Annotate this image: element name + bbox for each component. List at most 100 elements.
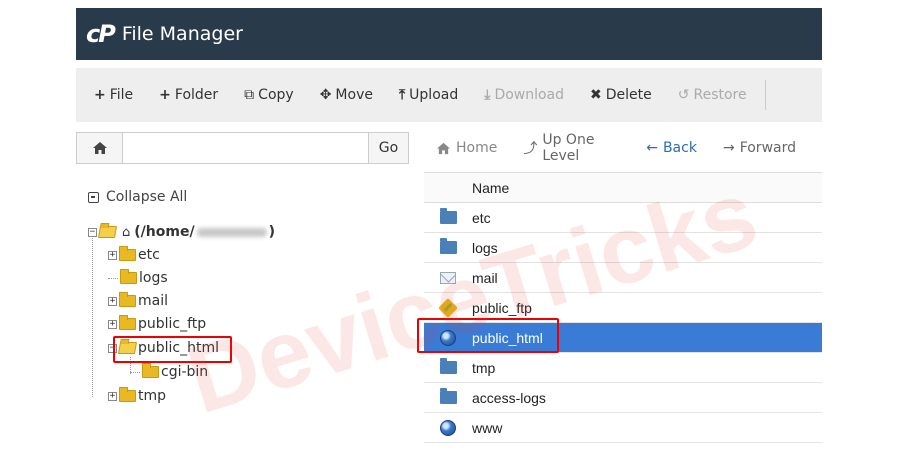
restore-icon: ↺	[677, 87, 690, 103]
folder-icon	[439, 388, 457, 404]
move-label: Move	[335, 87, 373, 103]
tree-connector	[108, 277, 118, 279]
column-header-name[interactable]: Name	[424, 173, 822, 203]
new-folder-label: Folder	[174, 87, 219, 103]
tree-item-tmp[interactable]: + tmp	[108, 386, 166, 406]
tree-item-public-ftp[interactable]: + public_ftp	[108, 314, 206, 334]
tree-item-label: etc	[138, 247, 160, 263]
restore-label: Restore	[693, 87, 747, 103]
tree-item-cgi-bin[interactable]: cgi-bin	[130, 362, 208, 382]
delete-label: Delete	[605, 87, 652, 103]
expand-toggle-icon[interactable]: +	[108, 319, 117, 329]
file-name: public_ftp	[472, 299, 532, 316]
file-name: logs	[472, 239, 498, 256]
home-icon	[92, 142, 107, 154]
redacted-username	[196, 227, 267, 237]
upload-icon: ⤒	[398, 87, 406, 103]
file-name: access-logs	[472, 389, 546, 406]
expand-toggle-icon[interactable]: +	[108, 250, 117, 260]
file-row[interactable]: logs	[424, 233, 822, 263]
file-row[interactable]: tmp	[424, 353, 822, 383]
tree-connector	[130, 371, 140, 373]
nav-forward-button[interactable]: → Forward	[723, 140, 796, 156]
tree-item-mail[interactable]: + mail	[108, 291, 168, 311]
collapse-all-label: Collapse All	[106, 189, 188, 205]
file-name: tmp	[472, 359, 496, 376]
folder-icon	[119, 292, 136, 307]
new-file-button[interactable]: + File	[94, 87, 133, 103]
file-row[interactable]: mail	[424, 263, 822, 293]
collapse-icon	[88, 191, 99, 203]
tree-item-etc[interactable]: + etc	[108, 245, 160, 265]
folder-icon	[439, 358, 457, 374]
ftp-icon	[438, 297, 458, 318]
move-icon: ✥	[319, 87, 332, 103]
home-icon: ⌂	[122, 224, 131, 240]
nav-up-button[interactable]: ⤴ Up One Level	[523, 132, 620, 164]
tree-root[interactable]: − ⌂ (/home/ )	[88, 222, 275, 242]
expand-toggle-icon[interactable]: +	[108, 391, 117, 401]
globe-icon	[440, 419, 456, 436]
folder-open-icon	[97, 226, 118, 238]
move-button[interactable]: ✥ Move	[320, 87, 373, 103]
plus-icon: +	[159, 87, 171, 103]
toolbar: + File + Folder ⧉ Copy ✥ Move ⤒ Upload ⤓…	[76, 68, 822, 122]
tree-item-logs[interactable]: logs	[108, 268, 168, 288]
collapse-toggle-icon[interactable]: −	[88, 227, 97, 237]
title-bar: cP File Manager	[76, 8, 822, 60]
mail-icon	[440, 271, 456, 284]
file-row[interactable]: etc	[424, 203, 822, 233]
arrow-right-icon: →	[722, 140, 735, 156]
toolbar-divider	[764, 80, 766, 110]
file-row[interactable]: www	[424, 413, 822, 443]
delete-icon: ✖	[590, 87, 602, 103]
new-folder-button[interactable]: + Folder	[159, 87, 218, 103]
download-icon: ⤓	[484, 87, 491, 103]
tree-item-label: public_ftp	[138, 316, 207, 332]
path-input[interactable]	[123, 133, 368, 163]
folder-icon	[119, 315, 136, 330]
upload-label: Upload	[409, 87, 459, 103]
delete-button[interactable]: ✖ Delete	[590, 87, 652, 103]
download-label: Download	[494, 87, 565, 103]
navigation-bar: Home ⤴ Up One Level ← Back → Forward	[424, 132, 822, 164]
nav-back-button[interactable]: ← Back	[646, 140, 697, 156]
file-name: www	[472, 419, 503, 436]
expand-toggle-icon[interactable]: +	[108, 296, 117, 306]
tree-guide-line	[92, 235, 93, 397]
home-button[interactable]	[77, 133, 123, 163]
nav-forward-label: Forward	[739, 140, 796, 156]
restore-button[interactable]: ↺ Restore	[678, 87, 747, 103]
go-button[interactable]: Go	[368, 133, 408, 163]
nav-up-label: Up One Level	[542, 132, 595, 164]
folder-icon	[120, 269, 137, 284]
home-icon	[437, 142, 450, 154]
tree-item-label: mail	[138, 293, 168, 309]
nav-back-label: Back	[662, 140, 697, 156]
copy-button[interactable]: ⧉ Copy	[244, 87, 294, 103]
file-row[interactable]: access-logs	[424, 383, 822, 413]
folder-icon	[142, 363, 159, 378]
arrow-left-icon: ←	[646, 140, 658, 156]
cpanel-logo: cP	[86, 20, 116, 48]
nav-home-button[interactable]: Home	[436, 140, 497, 156]
folder-icon	[119, 387, 136, 402]
plus-icon: +	[94, 87, 106, 103]
folder-icon	[119, 246, 136, 261]
folder-icon	[439, 238, 457, 254]
path-bar: Go	[76, 132, 409, 164]
tree-item-label: tmp	[138, 388, 167, 404]
upload-button[interactable]: ⤒ Upload	[399, 87, 458, 103]
copy-label: Copy	[258, 87, 294, 103]
tree-root-label: (/home/	[134, 224, 195, 240]
copy-icon: ⧉	[244, 87, 255, 103]
new-file-label: File	[109, 87, 134, 103]
tree-root-suffix: )	[268, 224, 275, 240]
nav-home-label: Home	[456, 140, 498, 156]
highlight-box-tree	[113, 336, 232, 363]
collapse-all-button[interactable]: Collapse All	[88, 189, 187, 205]
highlight-box-list	[417, 318, 559, 353]
file-name: mail	[472, 269, 498, 286]
tree-item-label: logs	[139, 270, 168, 286]
download-button[interactable]: ⤓ Download	[484, 87, 564, 103]
